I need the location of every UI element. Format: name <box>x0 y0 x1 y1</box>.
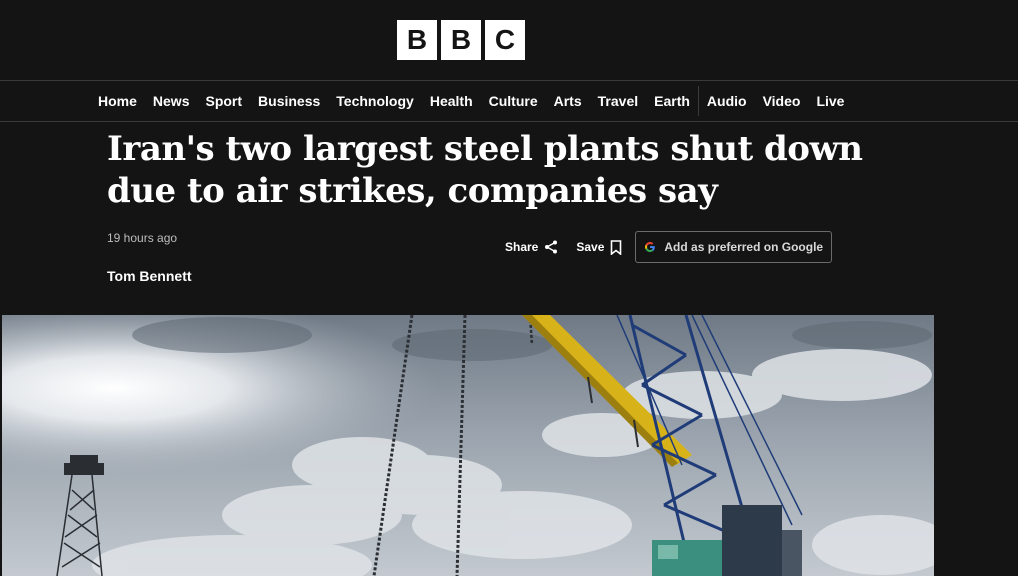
logo-letter-c: C <box>485 20 525 60</box>
nav-item-business[interactable]: Business <box>258 93 320 109</box>
nav-item-health[interactable]: Health <box>430 93 473 109</box>
share-label: Share <box>505 240 539 254</box>
article-timestamp: 19 hours ago <box>107 231 178 245</box>
nav-item-travel[interactable]: Travel <box>598 93 638 109</box>
nav-item-video[interactable]: Video <box>763 93 801 109</box>
share-button[interactable]: Share <box>505 231 558 263</box>
nav-list: Home News Sport Business Technology Heal… <box>98 81 860 121</box>
google-preferred-button[interactable]: Add as preferred on Google <box>635 231 833 263</box>
logo-letter-b2: B <box>441 20 481 60</box>
bbc-logo[interactable]: B B C <box>397 20 525 60</box>
nav-item-arts[interactable]: Arts <box>554 93 582 109</box>
nav-item-live[interactable]: Live <box>816 93 844 109</box>
nav-item-news[interactable]: News <box>153 93 190 109</box>
save-label: Save <box>576 240 605 254</box>
google-label: Add as preferred on Google <box>664 240 824 254</box>
site-header: B B C <box>0 0 1018 81</box>
share-icon <box>544 240 558 254</box>
article-author: Tom Bennett <box>107 268 192 284</box>
nav-item-culture[interactable]: Culture <box>489 93 538 109</box>
bookmark-icon <box>610 239 622 255</box>
article-actions: Share Save Add as preferred on Google <box>505 231 833 263</box>
article-headline: Iran's two largest steel plants shut dow… <box>107 129 863 211</box>
nav-divider <box>697 86 699 116</box>
logo-letter-b1: B <box>397 20 437 60</box>
nav-item-technology[interactable]: Technology <box>336 93 414 109</box>
nav-item-sport[interactable]: Sport <box>205 93 242 109</box>
construction-cranes-photo-icon <box>2 315 934 576</box>
nav-item-earth[interactable]: Earth <box>654 93 690 109</box>
hero-image <box>2 315 934 576</box>
save-button[interactable]: Save <box>576 231 622 263</box>
main-navigation: Home News Sport Business Technology Heal… <box>0 81 1018 122</box>
google-icon <box>644 241 656 253</box>
nav-item-home[interactable]: Home <box>98 93 137 109</box>
nav-item-audio[interactable]: Audio <box>707 93 747 109</box>
